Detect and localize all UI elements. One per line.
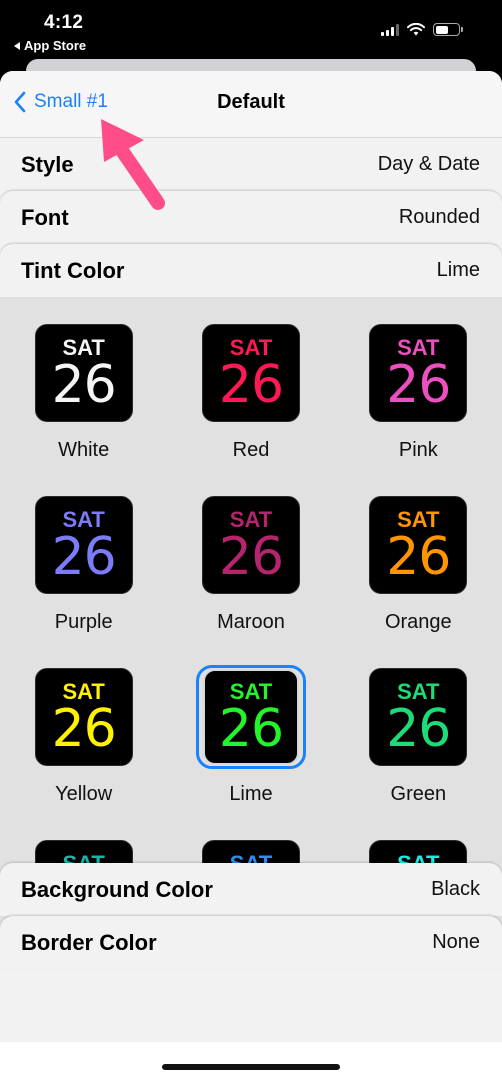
preview-date: 26 bbox=[218, 355, 284, 415]
preview-date: 26 bbox=[386, 355, 451, 415]
tint-option-white[interactable]: SAT 26 White bbox=[0, 321, 167, 469]
setting-label: Tint Color bbox=[21, 257, 125, 283]
widget-preview-tile: SAT26 bbox=[34, 324, 133, 422]
preview-date: 26 bbox=[386, 699, 451, 759]
preview-date: 26 bbox=[218, 699, 284, 759]
tint-option-label: Purple bbox=[54, 611, 113, 633]
setting-value: Black bbox=[431, 878, 480, 900]
setting-label: Font bbox=[21, 204, 69, 230]
tint-option-pink[interactable]: SAT 26 Pink bbox=[335, 321, 502, 469]
status-time: 4:12 bbox=[44, 12, 84, 33]
setting-value: Lime bbox=[436, 259, 480, 281]
setting-row-font[interactable]: Font Rounded bbox=[0, 191, 502, 244]
tile-frame: SAT26 bbox=[363, 665, 473, 769]
tint-color-picker: SAT 26 White SAT 26 Red SAT 26 Pink SAT 26 Purple SA… bbox=[0, 297, 502, 937]
back-button[interactable]: Small #1 bbox=[14, 91, 108, 113]
wifi-icon bbox=[407, 23, 425, 36]
tint-option-label: Red bbox=[232, 439, 270, 461]
preview-date: 26 bbox=[386, 527, 451, 587]
setting-value: None bbox=[432, 931, 480, 953]
cellular-signal-icon bbox=[381, 23, 399, 36]
tint-option-orange[interactable]: SAT 26 Orange bbox=[335, 493, 502, 641]
bottom-settings: Background Color Black Border Color None bbox=[0, 863, 502, 969]
tint-option-label: White bbox=[58, 439, 110, 461]
setting-label: Style bbox=[21, 151, 74, 177]
tint-option-purple[interactable]: SAT 26 Purple bbox=[0, 493, 167, 641]
tint-option-label: Lime bbox=[229, 783, 273, 805]
tint-color-grid: SAT 26 White SAT 26 Red SAT 26 Pink SAT 26 Purple SA… bbox=[0, 321, 502, 937]
tile-frame: SAT26 bbox=[29, 493, 139, 597]
tint-option-yellow[interactable]: SAT 26 Yellow bbox=[0, 665, 167, 813]
setting-value: Rounded bbox=[398, 206, 480, 228]
setting-label: Background Color bbox=[21, 876, 213, 902]
status-icons bbox=[381, 23, 463, 36]
selected-tile-frame: SAT 26 bbox=[195, 665, 306, 769]
tile-frame: SAT26 bbox=[363, 321, 473, 425]
back-to-app-store[interactable]: App Store bbox=[14, 38, 86, 53]
back-triangle-icon bbox=[14, 41, 20, 50]
tile-frame: SAT26 bbox=[29, 665, 139, 769]
widget-preview-tile: SAT26 bbox=[34, 668, 133, 766]
home-area bbox=[0, 1042, 502, 1084]
battery-icon bbox=[433, 23, 463, 36]
tint-option-label: Pink bbox=[398, 439, 438, 461]
tint-option-green[interactable]: SAT 26 Green bbox=[335, 665, 502, 813]
status-bar: 4:12 App Store bbox=[0, 0, 502, 60]
home-indicator[interactable] bbox=[162, 1064, 340, 1070]
back-app-label: App Store bbox=[24, 38, 87, 53]
widget-preview-tile: SAT26 bbox=[369, 668, 468, 766]
preview-date: 26 bbox=[51, 699, 117, 759]
widget-preview-tile: SAT26 bbox=[201, 324, 300, 422]
setting-value: Day & Date bbox=[377, 153, 480, 175]
back-button-label: Small #1 bbox=[34, 91, 108, 112]
tint-option-red[interactable]: SAT 26 Red bbox=[167, 321, 334, 469]
setting-row-style[interactable]: Style Day & Date bbox=[0, 138, 502, 191]
preview-date: 26 bbox=[51, 355, 117, 415]
widget-preview-tile: SAT26 bbox=[369, 324, 468, 422]
tile-frame: SAT26 bbox=[29, 321, 139, 425]
tint-option-label: Yellow bbox=[55, 783, 113, 805]
preview-date: 26 bbox=[51, 527, 117, 587]
tint-option-lime[interactable]: SAT 26 Lime bbox=[167, 665, 334, 813]
navigation-bar: Small #1 Default bbox=[0, 71, 502, 138]
setting-row-background-color[interactable]: Background Color Black bbox=[0, 863, 502, 916]
tint-option-label: Maroon bbox=[217, 611, 285, 633]
widget-preview-tile: SAT26 bbox=[202, 669, 299, 765]
tile-frame: SAT26 bbox=[196, 493, 306, 597]
widget-preview-tile: SAT26 bbox=[34, 496, 133, 594]
chevron-left-icon bbox=[14, 91, 26, 113]
setting-label: Border Color bbox=[21, 929, 157, 955]
setting-row-border-color[interactable]: Border Color None bbox=[0, 916, 502, 969]
preview-date: 26 bbox=[218, 527, 284, 587]
setting-row-tint-color[interactable]: Tint Color Lime bbox=[0, 244, 502, 297]
tint-option-maroon[interactable]: SAT 26 Maroon bbox=[167, 493, 334, 641]
widget-preview-tile: SAT26 bbox=[369, 496, 468, 594]
tint-option-label: Orange bbox=[384, 611, 452, 633]
tile-frame: SAT26 bbox=[363, 493, 473, 597]
widget-preview-tile: SAT26 bbox=[201, 496, 300, 594]
tint-option-label: Green bbox=[390, 783, 447, 805]
tile-frame: SAT26 bbox=[196, 321, 306, 425]
